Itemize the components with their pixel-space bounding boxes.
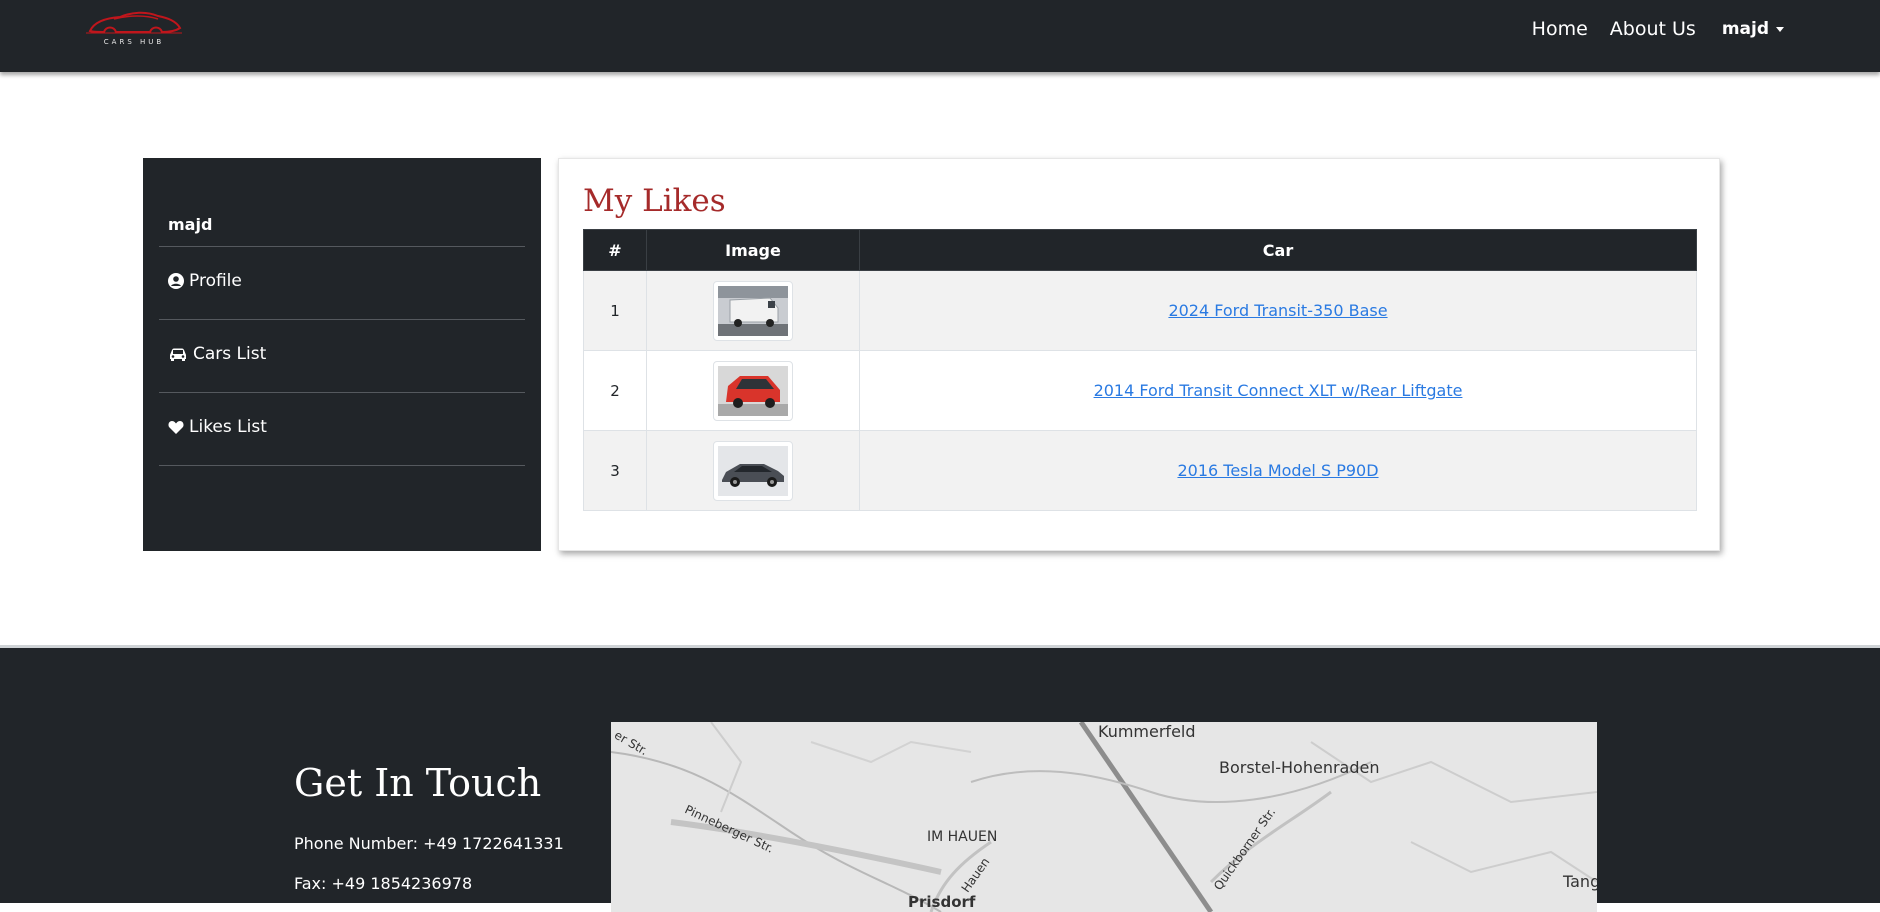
- car-name-cell: 2014 Ford Transit Connect XLT w/Rear Lif…: [859, 350, 1697, 431]
- car-logo-icon: [86, 11, 182, 34]
- car-image-cell: [646, 430, 860, 511]
- sidebar-divider: [159, 392, 525, 393]
- embedded-map[interactable]: Kummerfeld Borstel-Hohenraden IM HAUEN P…: [611, 722, 1597, 912]
- sidebar-item-profile[interactable]: Profile: [168, 271, 242, 291]
- user-circle-icon: [168, 273, 184, 289]
- sidebar-item-label: Profile: [189, 271, 242, 291]
- map-label: IM HAUEN: [927, 829, 998, 845]
- page-title: My Likes: [583, 183, 726, 219]
- car-image-cell: [646, 270, 860, 351]
- sidebar-item-label: Cars List: [193, 344, 267, 364]
- user-dropdown-label: majd: [1721, 19, 1769, 39]
- car-name-cell: 2016 Tesla Model S P90D: [859, 430, 1697, 511]
- footer-title: Get In Touch: [294, 761, 542, 805]
- likes-card: My Likes # Image Car 1 2024 Ford Transit…: [558, 158, 1720, 551]
- cars-hub-logo[interactable]: CARS HUB: [84, 6, 184, 50]
- row-number: 2: [583, 350, 647, 431]
- row-number: 1: [583, 270, 647, 351]
- car-image-cell: [646, 350, 860, 431]
- car-thumbnail[interactable]: [713, 280, 793, 341]
- table-row: 1 2024 Ford Transit-350 Base: [583, 270, 1697, 351]
- likes-table: # Image Car 1 2024 Ford Transit-350 Base…: [583, 229, 1697, 511]
- nav-about-link[interactable]: About Us: [1610, 18, 1696, 40]
- car-thumbnail[interactable]: [713, 440, 793, 501]
- column-header: Car: [859, 229, 1697, 271]
- sidebar-item-label: Likes List: [189, 417, 267, 437]
- column-header: #: [583, 229, 647, 271]
- car-icon: [170, 348, 186, 361]
- car-link[interactable]: 2024 Ford Transit-350 Base: [1168, 301, 1387, 320]
- table-header-row: # Image Car: [583, 229, 1697, 271]
- table-row: 2 2014 Ford Transit Connect XLT w/Rear L…: [583, 350, 1697, 431]
- map-label: Tang: [1563, 872, 1597, 891]
- brand-text: CARS HUB: [103, 38, 165, 46]
- sidebar: majd Profile Cars List Likes List: [143, 158, 541, 551]
- map-label: Borstel-Hohenraden: [1219, 758, 1380, 777]
- car-name-cell: 2024 Ford Transit-350 Base: [859, 270, 1697, 351]
- footer: Get In Touch Phone Number: +49 172264133…: [0, 645, 1880, 912]
- sidebar-divider: [159, 465, 525, 466]
- table-row: 3 2016 Tesla Model S P90D: [583, 430, 1697, 511]
- map-label: Prisdorf: [908, 893, 976, 911]
- map-roads: [611, 722, 1597, 912]
- footer-phone: Phone Number: +49 1722641331: [294, 834, 564, 853]
- user-dropdown[interactable]: majd: [1722, 19, 1784, 39]
- car-photo-white-van: [718, 285, 788, 336]
- map-label: Kummerfeld: [1098, 722, 1196, 741]
- sidebar-divider: [159, 319, 525, 320]
- nav-links: Home About Us majd: [1510, 18, 1784, 40]
- column-header: Image: [646, 229, 860, 271]
- sidebar-item-cars-list[interactable]: Cars List: [168, 344, 266, 364]
- sidebar-divider: [159, 246, 525, 247]
- nav-home-link[interactable]: Home: [1532, 18, 1588, 40]
- car-thumbnail[interactable]: [713, 360, 793, 421]
- heart-icon: [168, 420, 184, 434]
- car-link[interactable]: 2016 Tesla Model S P90D: [1177, 461, 1378, 480]
- car-link[interactable]: 2014 Ford Transit Connect XLT w/Rear Lif…: [1094, 381, 1463, 400]
- sidebar-username: majd: [168, 215, 213, 234]
- caret-down-icon: [1776, 26, 1784, 32]
- row-number: 3: [583, 430, 647, 511]
- sidebar-item-likes-list[interactable]: Likes List: [168, 417, 267, 437]
- car-photo-red-van: [718, 365, 788, 416]
- footer-fax: Fax: +49 1854236978: [294, 874, 473, 893]
- top-navbar: CARS HUB Home About Us majd: [0, 0, 1880, 72]
- car-photo-gray-sedan: [718, 445, 788, 496]
